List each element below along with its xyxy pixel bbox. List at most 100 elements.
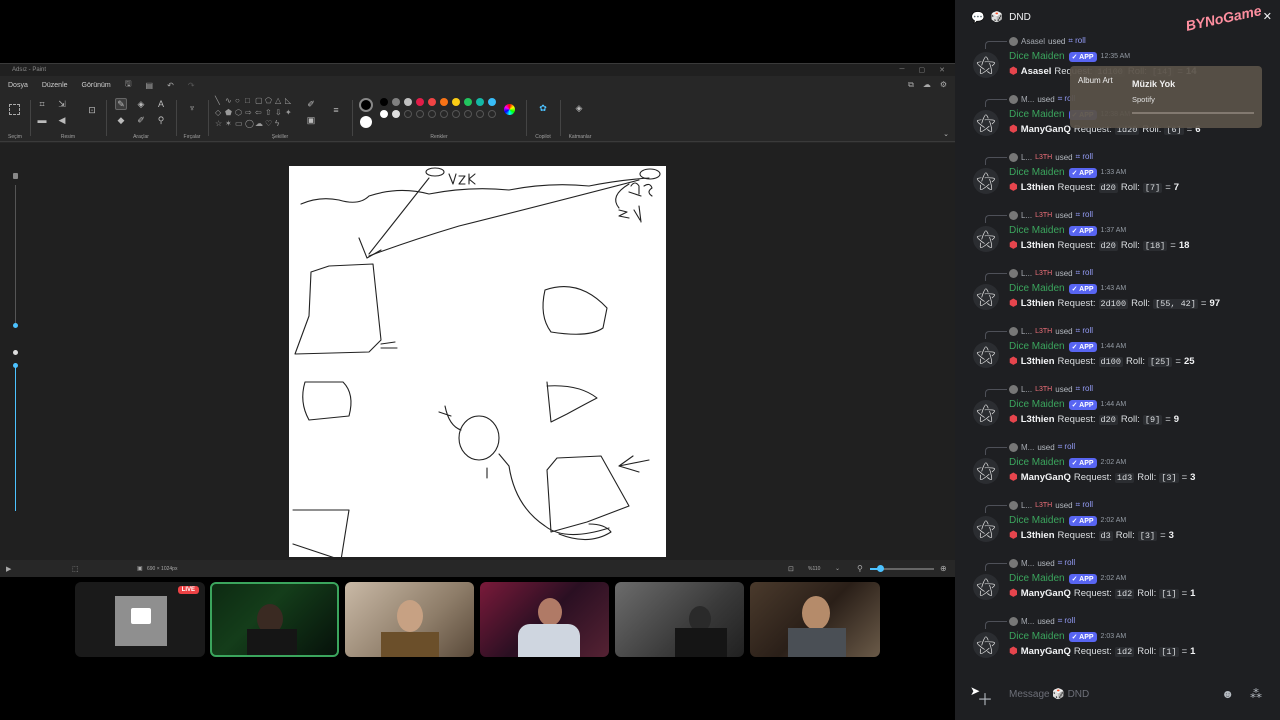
undo-icon[interactable]: ↶	[167, 81, 174, 90]
rect-shape-icon[interactable]: □	[245, 96, 254, 107]
color-swatch[interactable]	[428, 110, 436, 118]
chat-message[interactable]: M... used ⌗ roll ⚝ Dice Maiden ✓ APP 2:02 AM ⬢ M…	[955, 440, 1280, 498]
open-icon[interactable]: ▤	[146, 81, 154, 90]
triangle-shape-icon[interactable]: △	[275, 96, 284, 107]
screen-share-tile[interactable]: LIVE	[75, 582, 205, 657]
callout-shape-icon[interactable]: ▭	[235, 119, 244, 130]
pentagon-shape-icon[interactable]: ⬟	[225, 108, 234, 119]
settings-icon[interactable]: ⚙	[940, 80, 947, 90]
minimize-icon[interactable]: ─	[900, 66, 905, 74]
author-name[interactable]: Dice Maiden	[1009, 167, 1065, 178]
image-tools-icon[interactable]: ⊡	[86, 104, 98, 116]
reply-reference[interactable]: M... used ⌗ roll	[985, 442, 1075, 455]
chat-message[interactable]: L... L3TH used ⌗ roll ⚝ Dice Maiden ✓ APP 2:02 …	[955, 498, 1280, 556]
color-picker-icon[interactable]: ✐	[135, 114, 147, 126]
reply-username[interactable]: L...	[1021, 153, 1032, 162]
reply-reference[interactable]: M... used ⌗ roll	[985, 616, 1075, 629]
bot-avatar-icon[interactable]: ⚝	[973, 516, 999, 542]
arrow-right-shape-icon[interactable]: ⇨	[245, 108, 254, 119]
text-icon[interactable]: A	[155, 98, 167, 110]
bot-avatar-icon[interactable]: ⚝	[973, 168, 999, 194]
resize-icon[interactable]: ⇲	[56, 98, 68, 110]
color-swatch[interactable]	[452, 110, 460, 118]
reply-command[interactable]: ⌗ roll	[1076, 326, 1093, 336]
reply-username[interactable]: L...	[1021, 385, 1032, 394]
reply-command[interactable]: ⌗ roll	[1076, 384, 1093, 394]
layers-icon[interactable]: ◈	[573, 102, 585, 114]
reply-reference[interactable]: L... L3TH used ⌗ roll	[985, 500, 1093, 513]
oval-shape-icon[interactable]: ○	[235, 96, 244, 107]
callout-oval-shape-icon[interactable]: ◯	[245, 119, 254, 130]
eraser-icon[interactable]: ◆	[115, 114, 127, 126]
zoom-slider[interactable]	[870, 565, 934, 572]
color-swatch[interactable]	[404, 98, 412, 106]
chat-message[interactable]: L... L3TH used ⌗ roll ⚝ Dice Maiden ✓ APP 1:44 …	[955, 324, 1280, 382]
reply-command[interactable]: ⌗ roll	[1068, 36, 1085, 46]
crop-icon[interactable]: ⌗	[36, 98, 48, 110]
flip-icon[interactable]: ◀	[56, 114, 68, 126]
reply-reference[interactable]: M... used ⌗ roll	[985, 94, 1075, 107]
reply-reference[interactable]: L... L3TH used ⌗ roll	[985, 268, 1093, 281]
reply-username[interactable]: L...	[1021, 327, 1032, 336]
slider-thumb-upper[interactable]	[13, 323, 18, 328]
copilot-icon[interactable]: ✿	[537, 102, 549, 114]
reply-username[interactable]: L...	[1021, 269, 1032, 278]
size-icon[interactable]: ≡	[330, 104, 342, 116]
arrow-down-shape-icon[interactable]: ⇩	[275, 108, 284, 119]
chat-message[interactable]: M... used ⌗ roll ⚝ Dice Maiden ✓ APP 2:02 AM ⬢ M…	[955, 556, 1280, 614]
menu-file[interactable]: Dosya	[8, 82, 28, 89]
color-swatch[interactable]	[392, 98, 400, 106]
zoom-dropdown-icon[interactable]: ⌄	[835, 565, 840, 572]
apps-icon[interactable]: ⁂	[1250, 687, 1262, 701]
redo-icon[interactable]: ↷	[188, 81, 195, 90]
heart-shape-icon[interactable]: ♡	[265, 119, 274, 130]
bot-avatar-icon[interactable]: ⚝	[973, 458, 999, 484]
chat-message[interactable]: M... used ⌗ roll ⚝ Dice Maiden ✓ APP 2:03 AM ⬢ M…	[955, 614, 1280, 672]
edit-colors-icon[interactable]	[504, 104, 515, 115]
reply-command[interactable]: ⌗ roll	[1076, 500, 1093, 510]
account-icon[interactable]: ☁	[923, 80, 931, 90]
color-swatch[interactable]	[452, 98, 460, 106]
author-name[interactable]: Dice Maiden	[1009, 457, 1065, 468]
zoom-in-icon[interactable]: ⊕	[940, 564, 947, 573]
color-swatch[interactable]	[488, 98, 496, 106]
color-swatch[interactable]	[488, 110, 496, 118]
author-name[interactable]: Dice Maiden	[1009, 109, 1065, 120]
color-swatch[interactable]	[464, 110, 472, 118]
reply-reference[interactable]: L... L3TH used ⌗ roll	[985, 326, 1093, 339]
close-chat-icon[interactable]: ✕	[1263, 10, 1272, 23]
fill-icon[interactable]: ◈	[135, 98, 147, 110]
secondary-color-swatch[interactable]	[360, 116, 372, 128]
chat-message[interactable]: L... L3TH used ⌗ roll ⚝ Dice Maiden ✓ APP 1:43 …	[955, 266, 1280, 324]
share-icon[interactable]: ⧉	[908, 80, 914, 90]
curve-shape-icon[interactable]: ∿	[225, 96, 234, 107]
webcam-tile-5[interactable]	[750, 582, 880, 657]
author-name[interactable]: Dice Maiden	[1009, 631, 1065, 642]
maximize-icon[interactable]: ▢	[919, 66, 926, 74]
star6-shape-icon[interactable]: ✶	[225, 119, 234, 130]
color-swatch[interactable]	[380, 98, 388, 106]
rtriangle-shape-icon[interactable]: ◺	[285, 96, 294, 107]
cloud-shape-icon[interactable]: ☁	[255, 119, 264, 130]
reply-command[interactable]: ⌗ roll	[1076, 268, 1093, 278]
reply-username[interactable]: M...	[1021, 95, 1034, 104]
primary-color-swatch[interactable]	[359, 98, 373, 112]
save-icon[interactable]: 🖫	[125, 78, 132, 92]
arrow-left-shape-icon[interactable]: ⇦	[255, 108, 264, 119]
message-input[interactable]: Message 🎲 DND	[1009, 689, 1089, 700]
chat-message[interactable]: L... L3TH used ⌗ roll ⚝ Dice Maiden ✓ APP 1:44 …	[955, 382, 1280, 440]
author-name[interactable]: Dice Maiden	[1009, 51, 1065, 62]
author-name[interactable]: Dice Maiden	[1009, 515, 1065, 526]
hexagon-shape-icon[interactable]: ⬡	[235, 108, 244, 119]
color-swatch[interactable]	[440, 98, 448, 106]
fit-screen-icon[interactable]: ⊡	[788, 565, 794, 573]
close-icon[interactable]: ✕	[939, 66, 945, 74]
chat-message[interactable]: L... L3TH used ⌗ roll ⚝ Dice Maiden ✓ APP 1:33 …	[955, 150, 1280, 208]
reply-reference[interactable]: M... used ⌗ roll	[985, 558, 1075, 571]
menu-view[interactable]: Görünüm	[82, 82, 111, 89]
menu-edit[interactable]: Düzenle	[42, 82, 68, 89]
webcam-tile-3[interactable]	[480, 582, 609, 657]
bot-avatar-icon[interactable]: ⚝	[973, 52, 999, 78]
slider-thumb-lower[interactable]	[13, 363, 18, 368]
play-icon[interactable]: ▶	[6, 565, 11, 573]
